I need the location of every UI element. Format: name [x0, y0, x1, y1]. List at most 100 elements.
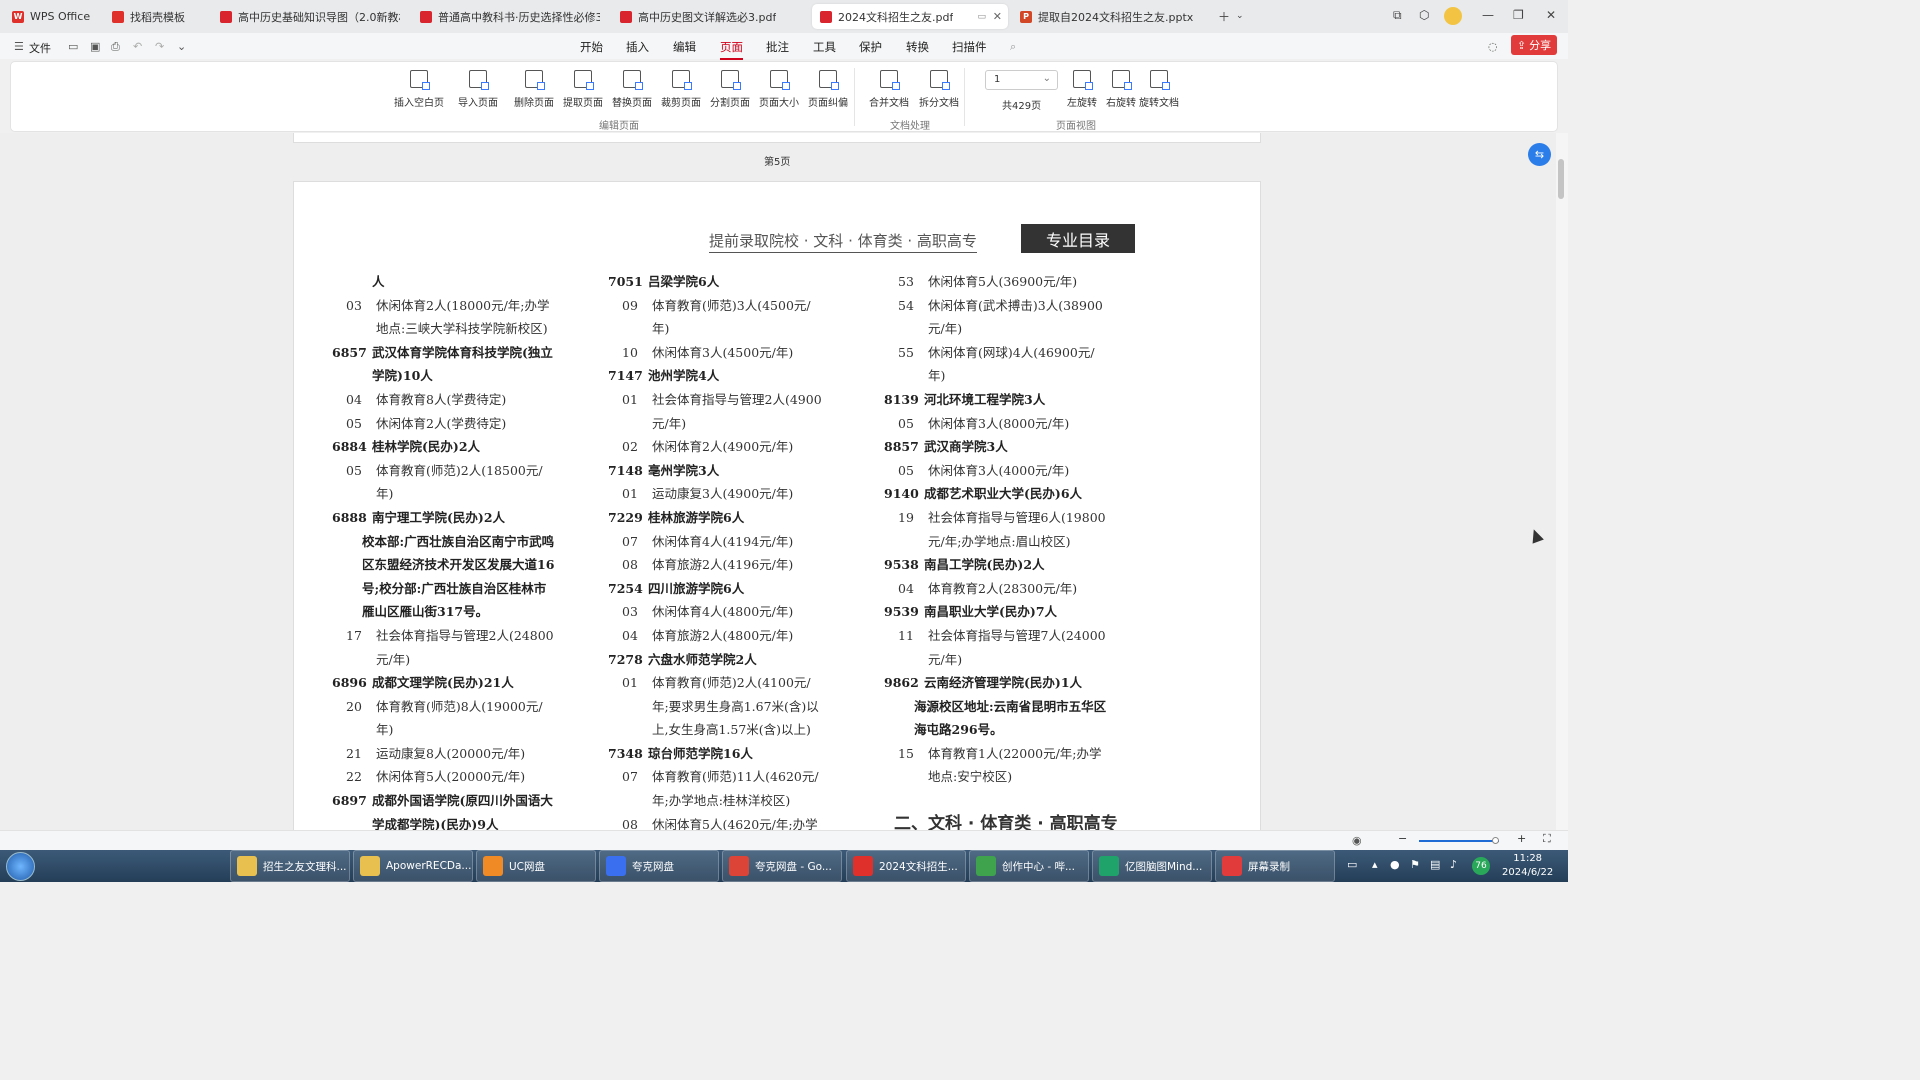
taskbar-item-4[interactable]: 夸克网盘 - Go...	[722, 850, 842, 882]
taskbar-item-7[interactable]: 亿图脑图Mind...	[1092, 850, 1212, 882]
taskbar-item-5[interactable]: 2024文科招生...	[846, 850, 966, 882]
ribbon-button-4[interactable]: 替换页面	[607, 68, 657, 112]
menu-tab-7[interactable]: 转换	[906, 39, 929, 55]
tray-app-icon[interactable]: ●	[1390, 858, 1400, 871]
hamburger-icon[interactable]: ☰	[14, 40, 24, 53]
taskbar-item-label: 2024文科招生...	[879, 860, 958, 873]
box-icon[interactable]: ⬡	[1419, 8, 1429, 22]
menu-tab-4[interactable]: 批注	[766, 39, 789, 55]
monitor-icon[interactable]: ▭	[977, 12, 986, 22]
zoom-slider[interactable]	[1419, 840, 1499, 842]
save-icon[interactable]: ▣	[90, 40, 100, 53]
document-viewport[interactable]: 第5页 提前录取院校 · 文科 · 体育类 · 高职高专 专业目录 人 03 休闲体…	[0, 133, 1556, 830]
menu-tab-6[interactable]: 保护	[859, 39, 882, 55]
tile-windows-icon[interactable]: ⧉	[1393, 8, 1402, 23]
eye-protection-icon[interactable]: ◉	[1352, 834, 1362, 847]
vertical-scrollbar[interactable]	[1556, 133, 1568, 830]
close-tab-icon[interactable]: ✕	[993, 10, 1002, 23]
tab-1[interactable]: 找稻壳模板	[104, 4, 208, 29]
menu-tab-2[interactable]: 编辑	[673, 39, 696, 55]
tab-3[interactable]: 普通高中教科书·历史选择性必修3 文化	[412, 4, 608, 29]
ribbon-button-9[interactable]: 合并文档	[864, 68, 914, 112]
translate-float-button[interactable]: ⇆	[1528, 143, 1551, 166]
continued-text: 人	[372, 274, 385, 289]
ribbon-button-6[interactable]: 分割页面	[705, 68, 755, 112]
page-number-input[interactable]: 1 ⌄	[985, 70, 1058, 90]
tab-0[interactable]: W WPS Office	[4, 4, 99, 29]
taskbar-item-3[interactable]: 夸克网盘	[599, 850, 719, 882]
search-icon[interactable]: ⌕	[1010, 40, 1016, 54]
chevron-down-icon[interactable]: ⌄	[177, 40, 186, 53]
school-entry: 9140 成都艺术职业大学(民办)6人	[884, 482, 1141, 506]
zoom-out-icon[interactable]: −	[1398, 832, 1407, 845]
volume-icon[interactable]: ♪	[1450, 858, 1457, 871]
system-clock[interactable]: 11:28 2024/6/22	[1502, 852, 1553, 880]
entry-line: 海屯路296号。	[914, 722, 1003, 738]
minimize-icon[interactable]: —	[1482, 8, 1494, 22]
entry-line: 元/年)	[652, 415, 687, 431]
new-tab-button[interactable]: ＋	[1218, 8, 1230, 25]
ribbon-button-label: 替换页面	[612, 98, 652, 109]
entry-line: 学院)10人	[372, 368, 433, 384]
taskbar-item-0[interactable]: 招生之友文理科...	[230, 850, 350, 882]
file-menu[interactable]: 文件	[29, 40, 51, 56]
taskbar-item-label: 亿图脑图Mind...	[1125, 860, 1203, 873]
ribbon-button-0[interactable]: 插入空白页	[394, 68, 444, 112]
zoom-slider-handle[interactable]	[1492, 837, 1499, 844]
taskbar-item-6[interactable]: 创作中心 - 哔...	[969, 850, 1089, 882]
scrollbar-thumb[interactable]	[1558, 159, 1564, 199]
menu-tab-1[interactable]: 插入	[626, 39, 649, 55]
taskbar-item-1[interactable]: ApowerRECDa...	[353, 850, 473, 882]
menu-tab-3[interactable]: 页面	[720, 39, 743, 60]
ribbon-button-10[interactable]: 拆分文档	[914, 68, 964, 112]
major-entry: 54 休闲体育(武术搏击)3人(38900 元/年)	[886, 294, 1141, 341]
major-entry: 04 体育教育2人(28300元/年)	[886, 577, 1141, 601]
major-code: 08	[622, 557, 638, 573]
entry-line: 号;校分部:广西壮族自治区桂林市	[362, 580, 547, 596]
tab-4[interactable]: 高中历史图文详解选必3.pdf	[612, 4, 808, 29]
network-icon[interactable]: ▤	[1430, 858, 1440, 871]
flag-icon[interactable]: ⚑	[1410, 858, 1420, 871]
print-icon[interactable]: ⎙	[111, 40, 120, 54]
restore-icon[interactable]: ❐	[1513, 8, 1524, 22]
ribbon-button-5[interactable]: 裁剪页面	[656, 68, 706, 112]
entry-line: 河北环境工程学院3人	[924, 391, 1046, 407]
fullscreen-icon[interactable]: ⛶	[1543, 832, 1551, 846]
page-header-title: 提前录取院校 · 文科 · 体育类 · 高职高专	[709, 230, 977, 253]
ribbon-button-13[interactable]: 旋转文档	[1134, 68, 1184, 112]
redo-icon[interactable]: ↷	[155, 40, 164, 53]
open-folder-icon[interactable]: ▭	[68, 40, 78, 53]
major-code: 55	[898, 344, 914, 360]
tab-5[interactable]: 2024文科招生之友.pdf ▭ ✕	[812, 4, 1008, 29]
avatar[interactable]	[1444, 7, 1462, 25]
school-entry: 6896 成都文理学院(民办)21人	[332, 671, 584, 695]
tray-expand-icon[interactable]: ▴	[1372, 858, 1378, 871]
ribbon-button-1[interactable]: 导入页面	[453, 68, 503, 112]
ribbon-button-8[interactable]: 页面纠偏	[803, 68, 853, 112]
start-button[interactable]	[6, 852, 35, 881]
share-button[interactable]: ⇪ 分享	[1511, 35, 1557, 55]
ribbon-button-7[interactable]: 页面大小	[754, 68, 804, 112]
entry-line: 年)	[376, 486, 394, 502]
ribbon-button-2[interactable]: 删除页面	[509, 68, 559, 112]
comment-icon[interactable]: ◌	[1488, 40, 1498, 53]
major-entry: 15 体育教育1人(22000元/年;办学 地点:安宁校区)	[886, 742, 1141, 789]
menu-tab-0[interactable]: 开始	[580, 39, 603, 55]
major-code: 07	[622, 533, 638, 549]
tab-6[interactable]: P 提取自2024文科招生之友.pptx	[1012, 4, 1208, 29]
ribbon-button-3[interactable]: 提取页面	[558, 68, 608, 112]
menu-tab-8[interactable]: 扫描件	[952, 39, 987, 55]
zoom-in-icon[interactable]: +	[1517, 832, 1526, 845]
undo-icon[interactable]: ↶	[133, 40, 142, 53]
tab-list-dropdown-icon[interactable]: ⌄	[1236, 11, 1244, 21]
tray-badge[interactable]: 76	[1472, 857, 1490, 875]
close-window-icon[interactable]: ✕	[1546, 8, 1556, 22]
menu-tab-5[interactable]: 工具	[813, 39, 836, 55]
ribbon-button-label: 右旋转	[1106, 98, 1136, 109]
keyboard-icon[interactable]: ▭	[1347, 858, 1357, 871]
taskbar-item-2[interactable]: UC网盘	[476, 850, 596, 882]
tab-2[interactable]: 高中历史基础知识导图（2.0新教材版	[212, 4, 408, 29]
tab-label: 普通高中教科书·历史选择性必修3 文化	[438, 10, 600, 24]
taskbar-item-8[interactable]: 屏幕录制	[1215, 850, 1335, 882]
text-column-1: 人 03 休闲体育2人(18000元/年;办学 地点:三峡大学科技学院新校区) 6857…	[332, 270, 584, 830]
